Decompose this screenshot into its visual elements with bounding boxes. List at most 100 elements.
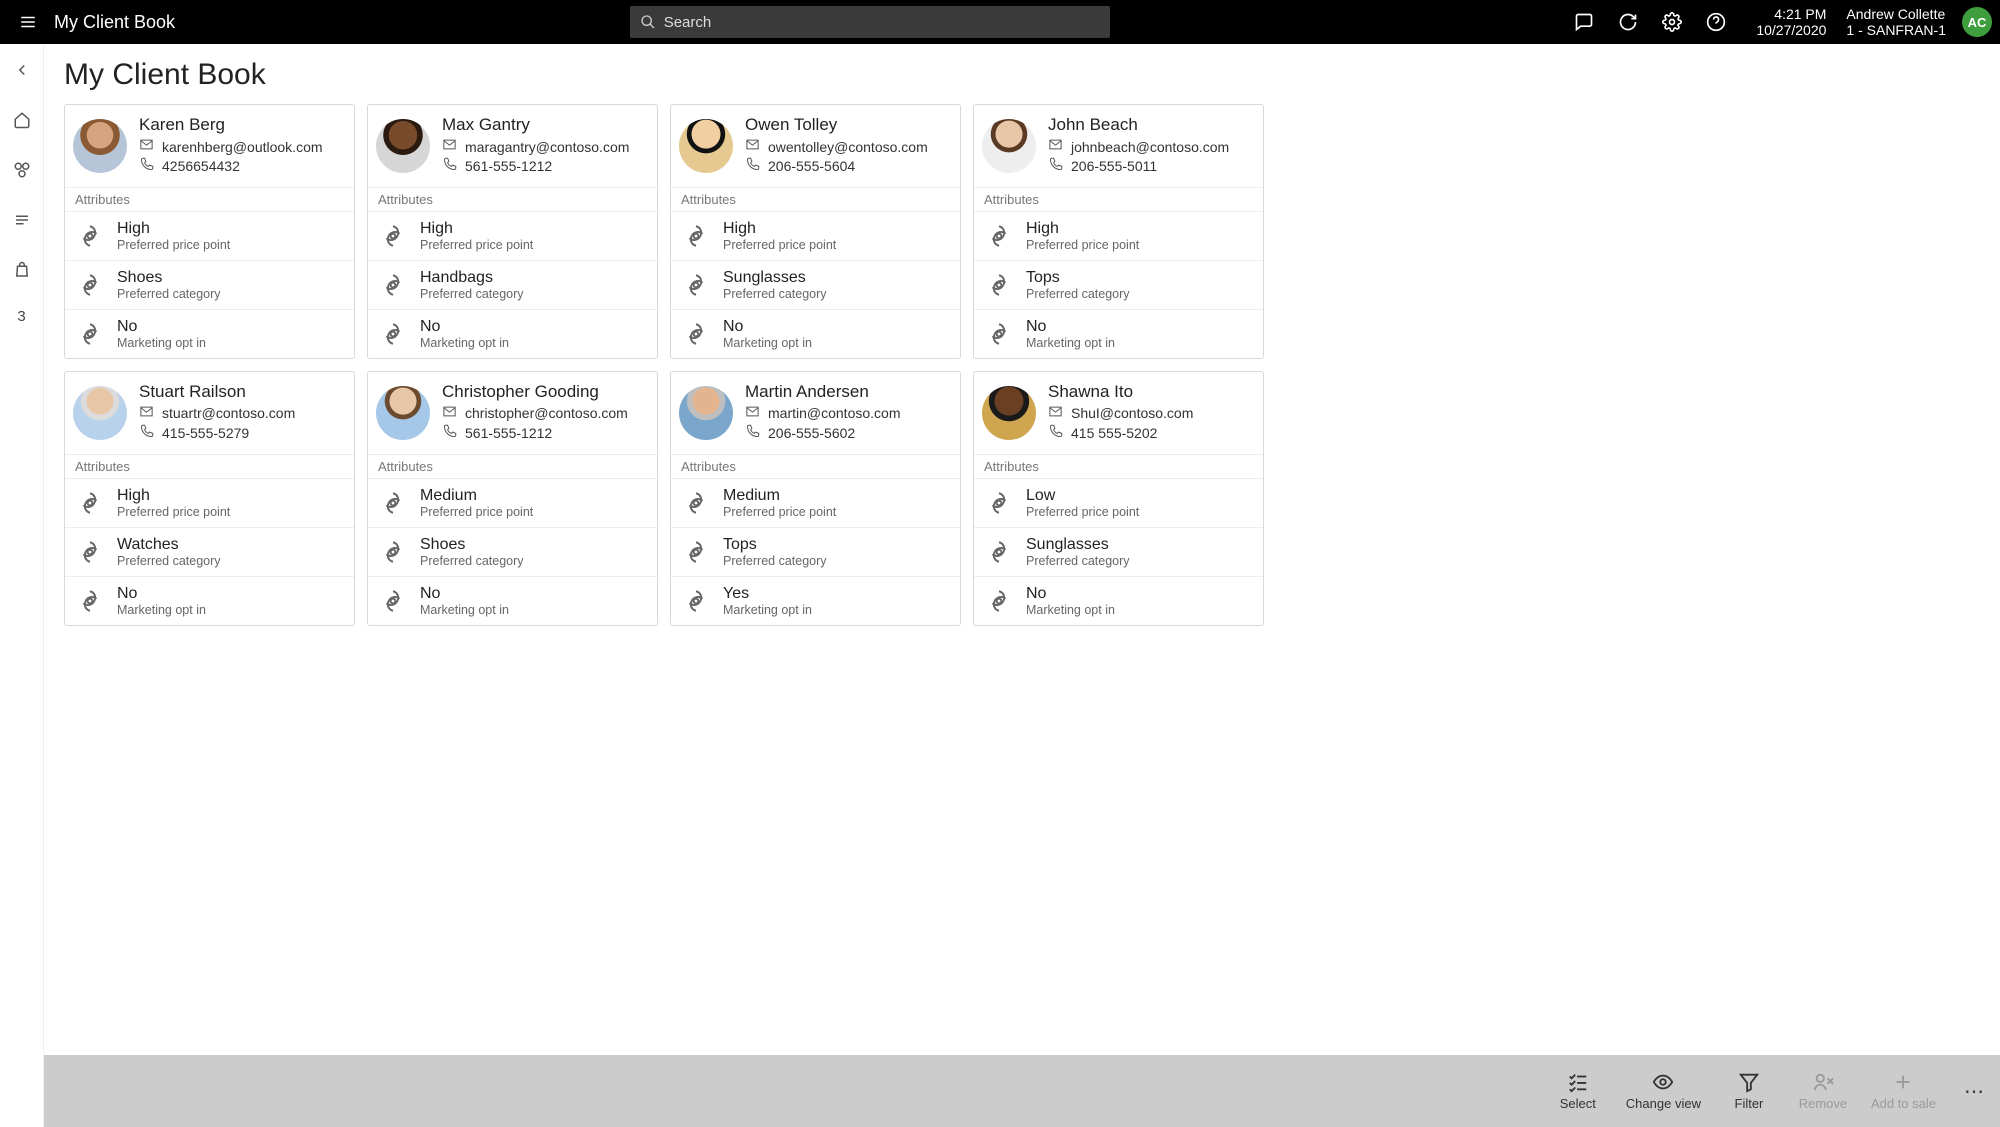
attributes-label: Attributes <box>974 187 1263 211</box>
client-card[interactable]: Owen Tolley owentolley@contoso.com 206-5… <box>670 104 961 359</box>
attr-row-optin: No Marketing opt in <box>974 576 1263 625</box>
attr-category-value: Sunglasses <box>1026 536 1130 554</box>
select-button[interactable]: Select <box>1552 1071 1604 1111</box>
swirl-icon <box>77 539 103 565</box>
client-email: stuartr@contoso.com <box>162 404 295 423</box>
attr-row-optin: No Marketing opt in <box>974 309 1263 358</box>
client-email-row: christopher@contoso.com <box>442 404 647 424</box>
client-meta: Stuart Railson stuartr@contoso.com 415-5… <box>139 382 344 444</box>
attr-category-label: Preferred category <box>420 287 524 301</box>
filter-button[interactable]: Filter <box>1723 1071 1775 1111</box>
attr-optin-value: No <box>117 318 206 336</box>
client-card[interactable]: Christopher Gooding christopher@contoso.… <box>367 371 658 626</box>
attr-optin-value: No <box>420 318 509 336</box>
client-card[interactable]: John Beach johnbeach@contoso.com 206-555… <box>973 104 1264 359</box>
swirl-icon <box>986 223 1012 249</box>
client-phone-row: 561-555-1212 <box>442 157 647 177</box>
card-head: Shawna Ito ShuI@contoso.com 415 555-5202 <box>974 372 1263 454</box>
search-input[interactable] <box>664 14 1100 31</box>
phone-icon <box>442 424 457 444</box>
swirl-icon <box>77 588 103 614</box>
client-email-row: stuartr@contoso.com <box>139 404 344 424</box>
attributes-label: Attributes <box>671 454 960 478</box>
attr-optin-label: Marketing opt in <box>117 603 206 617</box>
client-card[interactable]: Stuart Railson stuartr@contoso.com 415-5… <box>64 371 355 626</box>
hamburger-icon[interactable] <box>8 2 48 42</box>
gear-icon[interactable] <box>1652 2 1692 42</box>
client-name: John Beach <box>1048 115 1253 135</box>
bag-icon[interactable] <box>10 258 34 282</box>
user-info[interactable]: Andrew Collette 1 - SANFRAN-1 <box>1846 6 1946 38</box>
attr-optin-value: No <box>420 585 509 603</box>
swirl-icon <box>77 223 103 249</box>
swirl-icon <box>986 539 1012 565</box>
swirl-icon <box>380 223 406 249</box>
attr-row-optin: No Marketing opt in <box>368 309 657 358</box>
rail-badge[interactable]: 3 <box>17 308 25 325</box>
attr-category-label: Preferred category <box>117 554 221 568</box>
client-avatar <box>679 119 733 173</box>
swirl-icon <box>986 321 1012 347</box>
client-email-row: martin@contoso.com <box>745 404 950 424</box>
client-email: owentolley@contoso.com <box>768 138 928 157</box>
client-card[interactable]: Max Gantry maragantry@contoso.com 561-55… <box>367 104 658 359</box>
attr-price-value: High <box>723 220 836 238</box>
client-avatar <box>73 386 127 440</box>
search-box[interactable] <box>630 6 1110 38</box>
attr-category-value: Shoes <box>420 536 524 554</box>
attr-optin-value: No <box>1026 318 1115 336</box>
client-card[interactable]: Martin Andersen martin@contoso.com 206-5… <box>670 371 961 626</box>
client-card[interactable]: Karen Berg karenhberg@outlook.com 425665… <box>64 104 355 359</box>
swirl-icon <box>77 321 103 347</box>
attr-optin-label: Marketing opt in <box>1026 336 1115 350</box>
swirl-icon <box>77 272 103 298</box>
top-right: 4:21 PM 10/27/2020 Andrew Collette 1 - S… <box>1564 2 1992 42</box>
client-meta: Christopher Gooding christopher@contoso.… <box>442 382 647 444</box>
products-icon[interactable] <box>10 158 34 182</box>
attributes-label: Attributes <box>974 454 1263 478</box>
mail-icon <box>139 404 154 424</box>
attr-price-label: Preferred price point <box>1026 238 1139 252</box>
refresh-icon[interactable] <box>1608 2 1648 42</box>
phone-icon <box>139 157 154 177</box>
attr-row-optin: No Marketing opt in <box>671 309 960 358</box>
client-avatar <box>679 386 733 440</box>
attr-category-label: Preferred category <box>420 554 524 568</box>
mail-icon <box>442 137 457 157</box>
more-icon[interactable]: ⋯ <box>1964 1079 1986 1104</box>
home-icon[interactable] <box>10 108 34 132</box>
clock-time: 4:21 PM <box>1756 6 1826 22</box>
user-location: 1 - SANFRAN-1 <box>1846 22 1946 38</box>
bottom-bar: Select Change view Filter Remove Add to … <box>44 1055 2000 1127</box>
chat-icon[interactable] <box>1564 2 1604 42</box>
client-meta: Owen Tolley owentolley@contoso.com 206-5… <box>745 115 950 177</box>
remove-button: Remove <box>1797 1071 1849 1111</box>
list-icon[interactable] <box>10 208 34 232</box>
client-name: Karen Berg <box>139 115 344 135</box>
swirl-icon <box>683 321 709 347</box>
attr-optin-label: Marketing opt in <box>723 336 812 350</box>
attr-optin-label: Marketing opt in <box>723 603 812 617</box>
help-icon[interactable] <box>1696 2 1736 42</box>
attr-optin-label: Marketing opt in <box>117 336 206 350</box>
client-phone: 561-555-1212 <box>465 424 552 443</box>
attr-price-value: High <box>117 487 230 505</box>
swirl-icon <box>380 272 406 298</box>
client-email-row: karenhberg@outlook.com <box>139 137 344 157</box>
attr-category-value: Watches <box>117 536 221 554</box>
swirl-icon <box>380 588 406 614</box>
client-avatar <box>73 119 127 173</box>
phone-icon <box>745 424 760 444</box>
client-card[interactable]: Shawna Ito ShuI@contoso.com 415 555-5202… <box>973 371 1264 626</box>
avatar[interactable]: AC <box>1962 7 1992 37</box>
phone-icon <box>1048 424 1063 444</box>
attr-row-price: Low Preferred price point <box>974 478 1263 527</box>
attr-price-value: High <box>117 220 230 238</box>
attr-row-price: High Preferred price point <box>65 211 354 260</box>
back-icon[interactable] <box>10 58 34 82</box>
client-email-row: maragantry@contoso.com <box>442 137 647 157</box>
client-email-row: ShuI@contoso.com <box>1048 404 1253 424</box>
change-view-button[interactable]: Change view <box>1626 1071 1701 1111</box>
mail-icon <box>139 137 154 157</box>
attr-price-label: Preferred price point <box>420 505 533 519</box>
